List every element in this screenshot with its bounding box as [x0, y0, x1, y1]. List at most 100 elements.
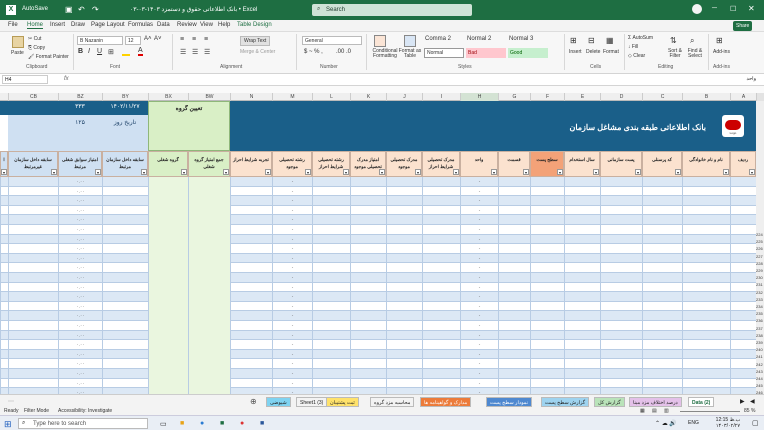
- table-cell[interactable]: [530, 340, 564, 350]
- table-cell[interactable]: [312, 378, 350, 389]
- table-cell[interactable]: [350, 369, 386, 379]
- table-cell[interactable]: [8, 263, 58, 273]
- table-cell[interactable]: [422, 205, 460, 216]
- table-cell[interactable]: ۰.۰۰: [58, 205, 102, 216]
- table-cell[interactable]: [312, 282, 350, 293]
- table-cell[interactable]: [530, 186, 564, 197]
- table-cell[interactable]: [0, 205, 8, 216]
- select-all-corner[interactable]: [756, 93, 764, 101]
- table-cell[interactable]: [312, 177, 350, 187]
- table-cell[interactable]: [530, 215, 564, 225]
- table-cell[interactable]: [642, 321, 682, 331]
- table-cell[interactable]: [498, 253, 530, 264]
- table-row[interactable]: - - ۰.۰۰: [0, 301, 756, 312]
- table-cell[interactable]: -: [272, 186, 312, 197]
- table-cell[interactable]: [642, 196, 682, 206]
- table-cell[interactable]: [350, 186, 386, 197]
- column-header[interactable]: D: [600, 93, 642, 101]
- table-cell[interactable]: [682, 330, 730, 341]
- table-cell[interactable]: [730, 301, 756, 312]
- table-cell[interactable]: [350, 301, 386, 312]
- sheet-tab-post-level-report[interactable]: گزارش سطح پست: [541, 397, 590, 407]
- table-cell[interactable]: [230, 215, 272, 225]
- table-cell[interactable]: [564, 378, 600, 389]
- cut-button[interactable]: ✂ Cut: [28, 36, 41, 42]
- table-row[interactable]: - - ۰.۰۰: [0, 340, 756, 350]
- add-sheet-icon[interactable]: ⊕: [250, 397, 257, 406]
- table-cell[interactable]: [350, 340, 386, 350]
- table-cell[interactable]: [386, 253, 422, 264]
- table-cell[interactable]: -: [460, 359, 498, 369]
- table-cell[interactable]: [600, 311, 642, 321]
- table-cell[interactable]: [642, 282, 682, 293]
- table-cell[interactable]: [148, 205, 188, 216]
- table-cell[interactable]: -: [272, 282, 312, 293]
- table-cell[interactable]: [730, 244, 756, 254]
- table-cell[interactable]: [642, 186, 682, 197]
- table-cell[interactable]: [102, 321, 148, 331]
- table-cell[interactable]: [312, 369, 350, 379]
- language-indicator[interactable]: ENG: [688, 420, 699, 426]
- table-cell[interactable]: [530, 369, 564, 379]
- table-cell[interactable]: [102, 205, 148, 216]
- table-cell[interactable]: [188, 369, 230, 379]
- minimize-icon[interactable]: ─: [712, 5, 717, 12]
- table-cell[interactable]: -: [272, 369, 312, 379]
- filter-dropdown-icon[interactable]: ▾: [305, 169, 311, 175]
- table-cell[interactable]: -: [460, 196, 498, 206]
- table-cell[interactable]: [682, 282, 730, 293]
- table-cell[interactable]: [564, 215, 600, 225]
- table-cell[interactable]: [188, 273, 230, 283]
- table-cell[interactable]: [564, 186, 600, 197]
- table-cell[interactable]: [600, 273, 642, 283]
- copy-button[interactable]: ⎘ Copy: [28, 45, 45, 51]
- italic-icon[interactable]: I: [88, 48, 90, 55]
- table-cell[interactable]: [0, 177, 8, 187]
- table-cell[interactable]: -: [272, 311, 312, 321]
- table-cell[interactable]: -: [460, 301, 498, 312]
- align-right-icon[interactable]: ☰: [204, 48, 210, 56]
- filter-dropdown-icon[interactable]: ▾: [491, 169, 497, 175]
- table-cell[interactable]: [230, 349, 272, 360]
- table-cell[interactable]: [102, 311, 148, 321]
- table-cell[interactable]: [102, 215, 148, 225]
- table-cell[interactable]: [350, 244, 386, 254]
- table-cell[interactable]: [730, 311, 756, 321]
- formula-input[interactable]: واحد: [80, 75, 760, 84]
- table-cell[interactable]: [350, 205, 386, 216]
- table-cell[interactable]: -: [460, 244, 498, 254]
- table-cell[interactable]: [530, 292, 564, 302]
- style-normal-3[interactable]: Normal 3: [509, 36, 549, 46]
- table-cell[interactable]: ۰.۰۰: [58, 253, 102, 264]
- filter-dropdown-icon[interactable]: ▾: [415, 169, 421, 175]
- table-cell[interactable]: [188, 263, 230, 273]
- table-cell[interactable]: [498, 215, 530, 225]
- table-cell[interactable]: [230, 205, 272, 216]
- table-cell[interactable]: [642, 359, 682, 369]
- currency-icon[interactable]: $ ~ % ,: [304, 49, 323, 55]
- table-cell[interactable]: [422, 215, 460, 225]
- table-cell[interactable]: [386, 292, 422, 302]
- table-cell[interactable]: [682, 196, 730, 206]
- table-cell[interactable]: [230, 225, 272, 235]
- table-cell[interactable]: [600, 282, 642, 293]
- table-cell[interactable]: [230, 311, 272, 321]
- table-cell[interactable]: [0, 273, 8, 283]
- align-middle-icon[interactable]: ≡: [192, 36, 196, 43]
- table-cell[interactable]: ۰.۰۰: [58, 282, 102, 293]
- delete-button[interactable]: Delete: [586, 49, 600, 55]
- table-cell[interactable]: [8, 369, 58, 379]
- font-name-select[interactable]: B Nazanin: [77, 36, 123, 45]
- table-cell[interactable]: [564, 282, 600, 293]
- table-cell[interactable]: [188, 215, 230, 225]
- table-cell[interactable]: ۰.۰۰: [58, 263, 102, 273]
- status-accessibility[interactable]: Accessibility: Investigate: [58, 408, 112, 414]
- table-cell[interactable]: [600, 369, 642, 379]
- filter-dropdown-icon[interactable]: ▾: [635, 169, 641, 175]
- filter-dropdown-icon[interactable]: ▾: [675, 169, 681, 175]
- table-cell[interactable]: [8, 282, 58, 293]
- table-cell[interactable]: [564, 292, 600, 302]
- table-cell[interactable]: [682, 369, 730, 379]
- table-cell[interactable]: [730, 205, 756, 216]
- table-cell[interactable]: [600, 378, 642, 389]
